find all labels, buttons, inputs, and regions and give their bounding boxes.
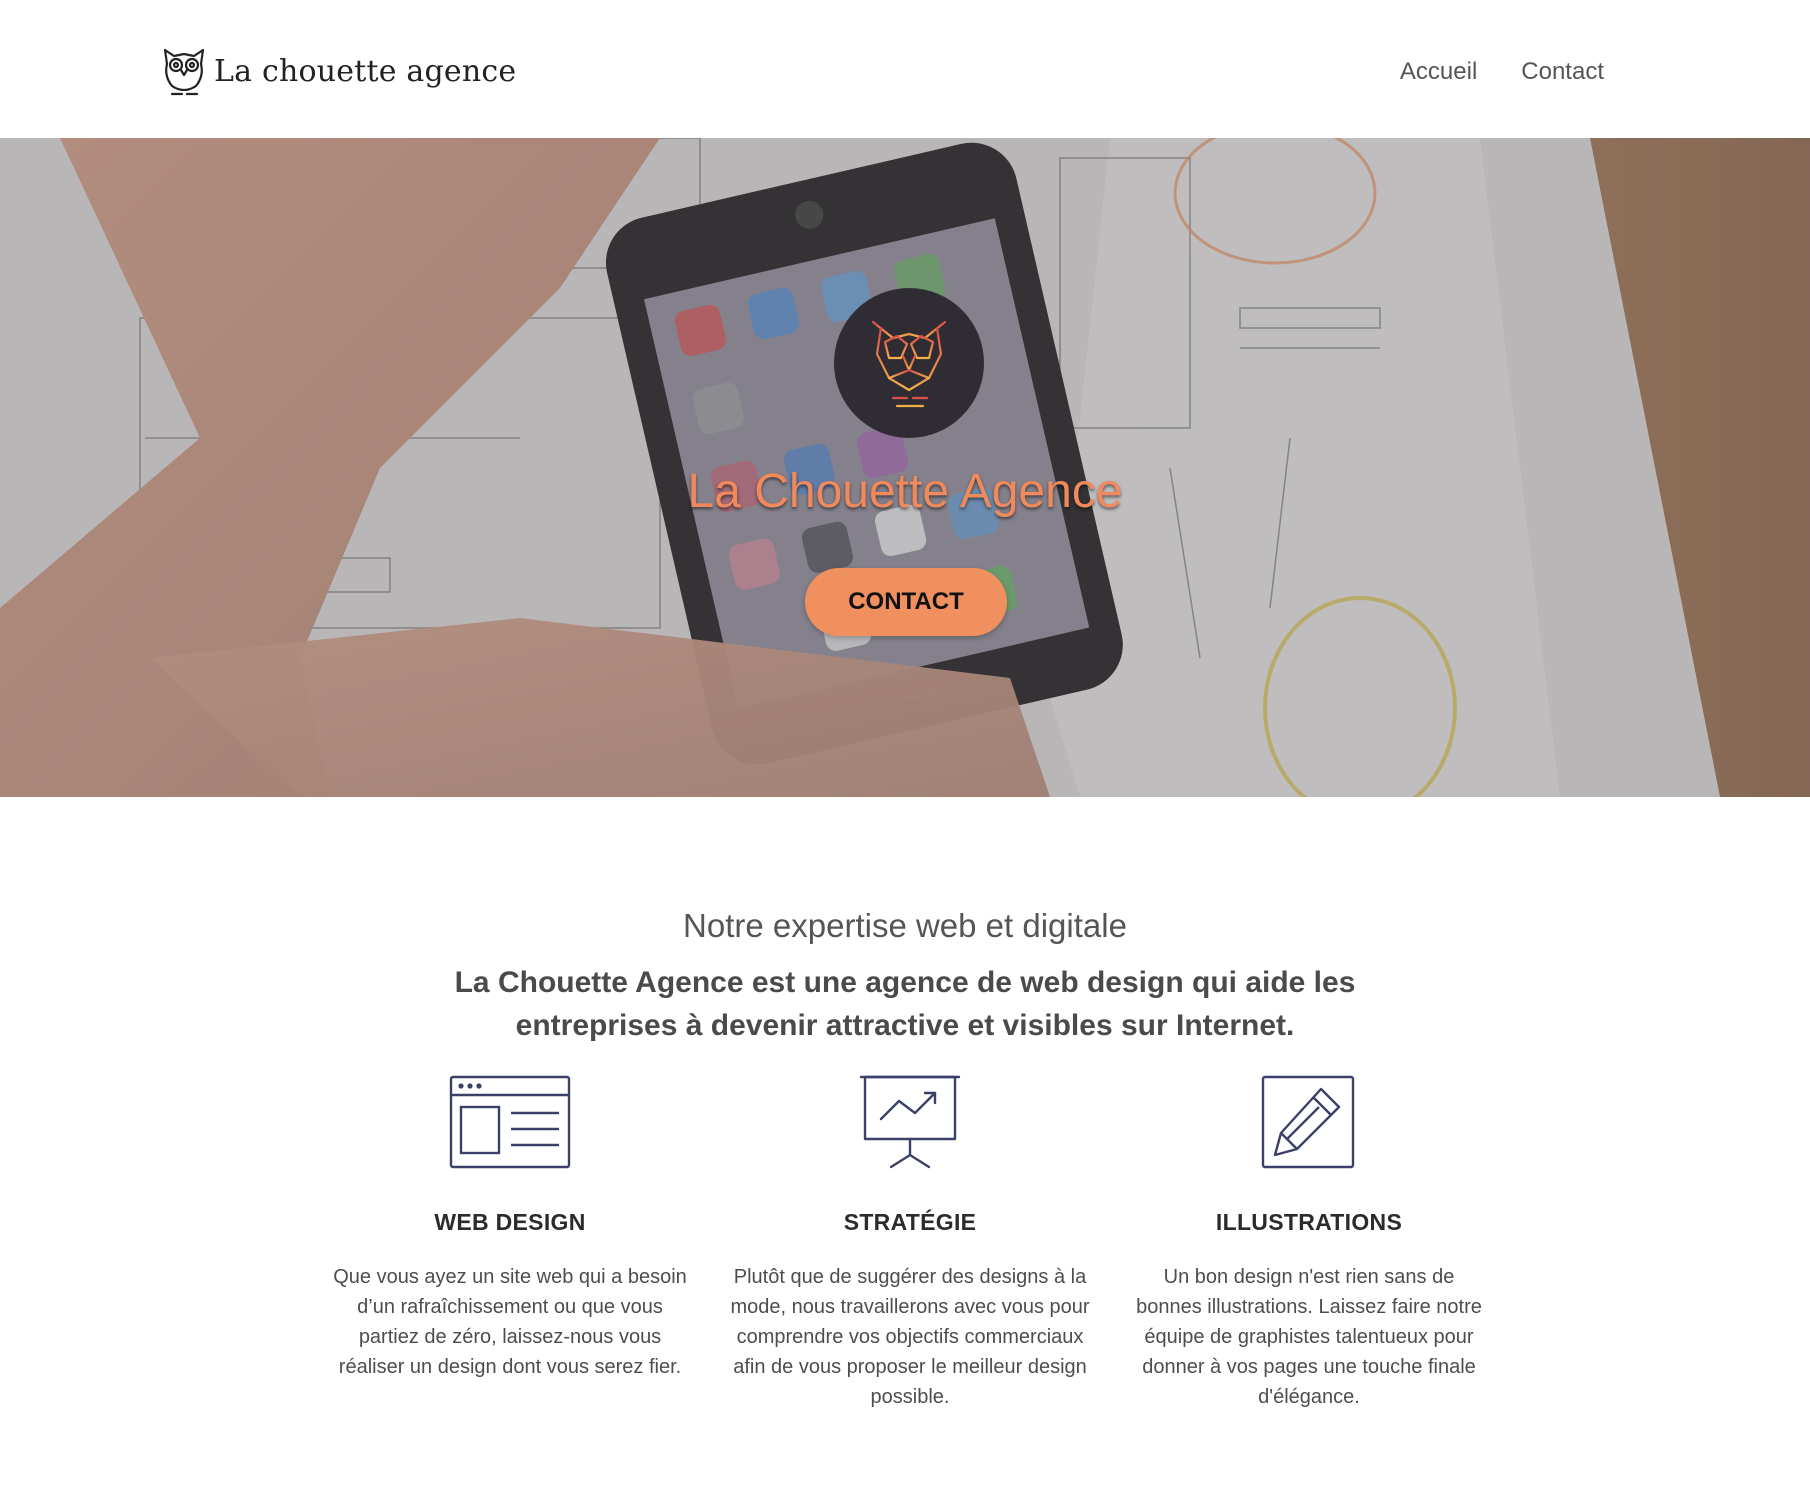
card-illustrations: ILLUSTRATIONS Un bon design n'est rien s… [1129, 1075, 1489, 1412]
section-lead: La Chouette Agence est une agence de web… [454, 966, 1356, 1042]
card-title: ILLUSTRATIONS [1215, 1209, 1403, 1235]
nav-contact[interactable]: Contact [1521, 58, 1604, 86]
hero-owl-badge [834, 288, 984, 438]
presentation-chart-icon [859, 1075, 961, 1169]
owl-logo-icon [163, 48, 205, 96]
card-text: Plutôt que de suggérer des designs à la … [730, 1266, 1090, 1408]
main-nav: Accueil Contact [1400, 58, 1604, 86]
section-title: Notre expertise web et digitale [683, 907, 1127, 944]
card-title: STRATÉGIE [843, 1209, 977, 1235]
hero-title: La Chouette Agence [687, 465, 1123, 518]
pencil-square-icon [1261, 1075, 1355, 1169]
card-text: Que vous ayez un site web qui a besoin d… [333, 1266, 687, 1378]
hero-banner: La Chouette Agence CONTACT [0, 138, 1810, 797]
card-web-design: WEB DESIGN Que vous ayez un site web qui… [330, 1075, 690, 1382]
nav-accueil[interactable]: Accueil [1400, 58, 1477, 86]
owl-emblem-icon [871, 320, 947, 408]
card-strategie: STRATÉGIE Plutôt que de suggérer des des… [730, 1075, 1090, 1412]
webpage-layout-icon [449, 1075, 571, 1169]
card-text: Un bon design n'est rien sans de bonnes … [1136, 1266, 1482, 1408]
hero-contact-button[interactable]: CONTACT [805, 568, 1007, 636]
site-header: La chouette agence Accueil Contact [0, 0, 1810, 138]
logo[interactable]: La chouette agence [160, 44, 516, 98]
expertise-section: Notre expertise web et digitale La Choue… [0, 797, 1810, 1498]
logo-text: La chouette agence [214, 53, 517, 89]
card-title: WEB DESIGN [434, 1209, 586, 1235]
